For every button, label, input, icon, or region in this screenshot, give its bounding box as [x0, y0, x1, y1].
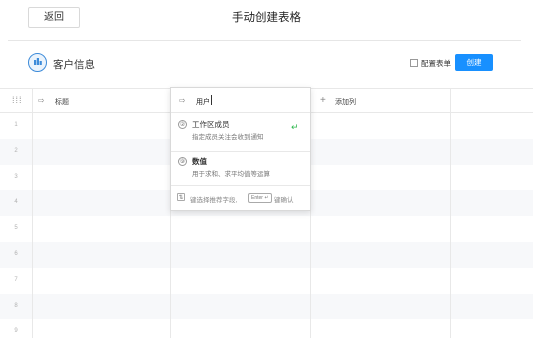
plus-icon[interactable]: + — [320, 95, 326, 106]
row-number: 6 — [14, 251, 18, 257]
field-name-input-row[interactable]: ⇨ 用户 — [171, 88, 310, 113]
member-icon: ② — [178, 120, 187, 129]
table-row[interactable] — [0, 319, 533, 345]
form-title: 客户信息 — [53, 59, 95, 71]
popover-footer: ⇅ 键选择推荐字段, Enter ↵ 键确认 — [171, 185, 310, 210]
table-row[interactable] — [0, 216, 533, 242]
option-workspace-member[interactable]: ② 工作区成员 指定成员关注会收到通知 ↵ — [171, 114, 310, 151]
config-form-toggle[interactable]: 配置表单 — [410, 58, 451, 69]
option-title: 工作区成员 — [192, 120, 230, 129]
add-column-button[interactable]: 添加列 — [335, 97, 356, 107]
divider — [8, 40, 521, 41]
config-form-label: 配置表单 — [421, 59, 451, 68]
row-number: 4 — [14, 199, 18, 206]
form-icon — [28, 53, 47, 72]
page-title: 手动创建表格 — [232, 12, 301, 24]
option-number[interactable]: ⑨ 数值 用于求和、求平均值等运算 — [171, 151, 310, 183]
config-form-checkbox[interactable] — [410, 59, 418, 67]
column-header-title[interactable]: 标题 — [55, 97, 69, 107]
field-icon: ⇨ — [179, 96, 186, 105]
table-row[interactable] — [0, 242, 533, 268]
arrow-keys-icon: ⇅ — [177, 193, 185, 201]
enter-arrow-icon: ↵ — [291, 122, 299, 132]
option-title: 数值 — [192, 157, 207, 166]
row-number: 2 — [14, 147, 18, 154]
create-button[interactable]: 创建 — [455, 54, 493, 71]
confirm-hint: 键确认 — [274, 197, 294, 204]
table-row[interactable] — [0, 293, 533, 320]
option-description: 用于求和、求平均值等运算 — [192, 171, 270, 178]
row-number: 1 — [14, 122, 18, 128]
enter-key-icon: Enter ↵ — [248, 193, 272, 203]
table-row[interactable] — [0, 268, 533, 294]
column-divider — [32, 88, 33, 338]
number-icon: ⑨ — [178, 157, 187, 166]
row-number: 9 — [14, 328, 18, 335]
column-divider — [450, 88, 451, 338]
select-hint: 键选择推荐字段, — [190, 197, 238, 204]
text-cursor — [211, 95, 212, 105]
row-number: 7 — [14, 276, 18, 283]
field-type-popover: ⇨ 用户 ② 工作区成员 指定成员关注会收到通知 ↵ ⑨ 数值 用于求和、求平均… — [170, 87, 311, 211]
field-name-input[interactable]: 用户 — [196, 97, 210, 107]
field-icon: ⇨ — [38, 96, 45, 105]
row-number: 8 — [14, 302, 18, 309]
drag-handle-icon[interactable]: ⁞⁞⁞ — [12, 95, 23, 105]
row-number: 3 — [14, 173, 18, 180]
option-description: 指定成员关注会收到通知 — [192, 134, 264, 141]
row-number: 5 — [14, 225, 18, 232]
